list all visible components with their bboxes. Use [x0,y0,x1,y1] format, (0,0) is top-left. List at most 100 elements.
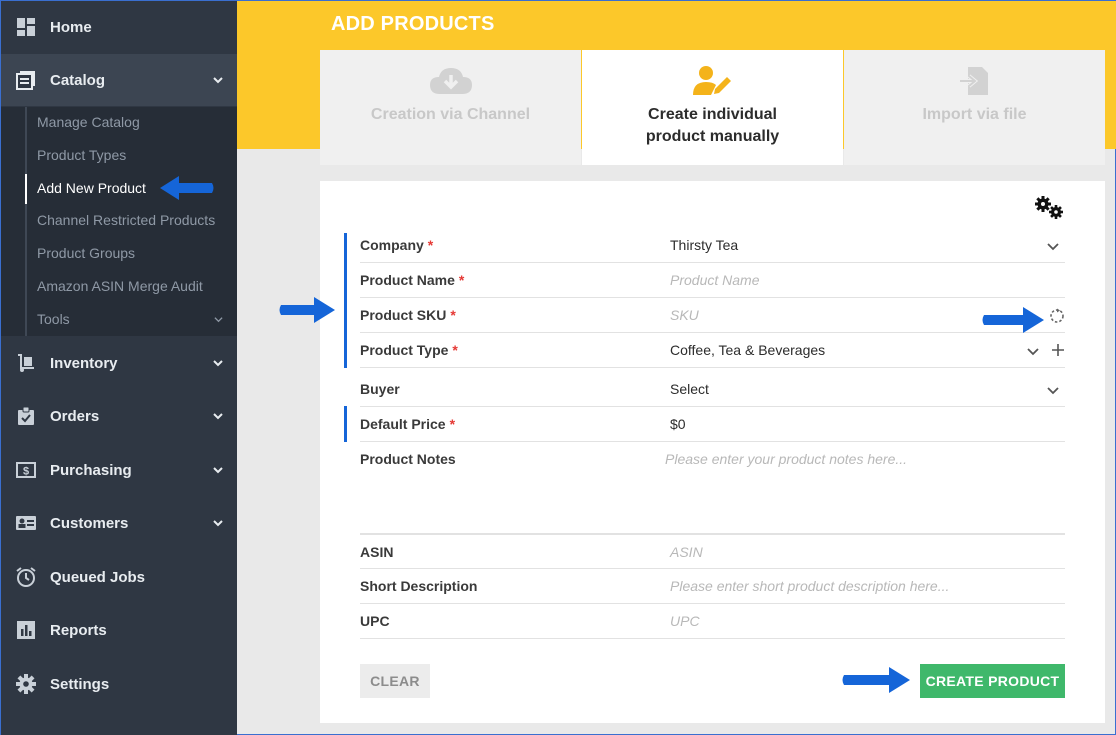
file-import-icon [952,64,998,98]
required-mark: * [450,307,456,323]
arrow-right-icon [279,297,335,323]
add-icon[interactable] [1051,343,1065,357]
sidebar-item-reports[interactable]: Reports [1,604,237,656]
company-value: Thirsty Tea [670,237,739,253]
arrow-left-icon [160,176,214,200]
tab-label: Creation via Channel [370,106,531,123]
svg-text:$: $ [23,466,29,478]
tab-import-via-file[interactable]: Import via file [844,50,1105,165]
upc-placeholder: UPC [670,613,700,629]
asin-label: ASIN [360,544,394,560]
sidebar-item-label: Purchasing [50,461,132,479]
sidebar-item-label: Queued Jobs [50,568,146,586]
required-mark: * [449,416,456,432]
product-notes-label: Product Notes [360,451,456,467]
sidebar-item-orders[interactable]: Orders [1,390,237,442]
gear-icon [15,673,37,695]
upc-field[interactable]: UPC UPC [360,604,1065,639]
submenu-item-tools[interactable]: Tools [37,308,70,330]
submenu-item-channel-restricted-products[interactable]: Channel Restricted Products [37,209,215,231]
current-item-indicator [25,174,27,204]
product-type-label: Product Type [360,342,449,358]
arrow-right-icon [982,307,1044,333]
product-notes-field[interactable]: Product Notes Please enter your product … [360,442,1065,534]
sidebar-item-label: Catalog [50,71,106,89]
short-description-field[interactable]: Short Description Please enter short pro… [360,569,1065,604]
sidebar-item-label: Orders [50,407,100,425]
chevron-down-icon[interactable] [1027,345,1039,357]
reports-icon [15,619,37,641]
buyer-field[interactable]: Buyer Select [360,372,1065,407]
default-price-label: Default Price [360,416,446,432]
creation-method-tabs: Creation via Channel Create individual p… [320,50,1105,165]
asin-field[interactable]: ASIN ASIN [360,534,1065,569]
default-price-field[interactable]: Default Price * $0 [360,407,1065,442]
required-mark: * [427,237,434,253]
product-type-value: Coffee, Tea & Beverages [670,342,826,358]
sidebar-item-label: Settings [50,675,110,693]
generate-sku-icon[interactable] [1049,308,1065,324]
inventory-icon [15,352,37,374]
sidebar-item-queued-jobs[interactable]: Queued Jobs [1,551,237,603]
product-sku-field[interactable]: Product SKU * SKU [360,298,1065,333]
submenu-item-product-groups[interactable]: Product Groups [37,242,135,264]
sidebar-item-inventory[interactable]: Inventory [1,337,237,389]
clock-icon [15,566,37,588]
company-label: Company [360,237,424,253]
product-name-field[interactable]: Product Name * Product Name [360,263,1065,298]
chevron-down-icon [213,77,223,84]
short-description-placeholder: Please enter short product description h… [670,578,950,594]
sidebar-item-label: Home [50,18,92,36]
chevron-down-icon [214,317,223,323]
product-name-label: Product Name [360,272,455,288]
clear-button[interactable]: CLEAR [360,664,430,698]
company-field[interactable]: Company * Thirsty Tea [360,228,1065,263]
cloud-download-icon [428,64,474,98]
tab-create-individual-product[interactable]: Create individual product manually [582,50,843,165]
create-product-button[interactable]: CREATE PRODUCT [920,664,1065,698]
submenu-item-product-types[interactable]: Product Types [37,144,126,166]
customers-icon [15,512,37,534]
field-label: Company * [360,228,433,263]
user-edit-icon [690,64,736,98]
chevron-down-icon [213,360,223,367]
chevron-down-icon[interactable] [1047,240,1059,252]
field-label: Product SKU * [360,298,456,333]
submenu-item-amazon-asin-merge-audit[interactable]: Amazon ASIN Merge Audit [37,275,203,297]
sidebar-item-purchasing[interactable]: $ Purchasing [1,444,237,496]
product-name-placeholder: Product Name [670,272,760,288]
submenu-divider [25,107,27,336]
purchasing-icon: $ [15,459,37,481]
page-title: ADD PRODUCTS [331,13,495,35]
dashboard-icon [15,16,37,38]
chevron-down-icon [213,413,223,420]
sidebar-item-settings[interactable]: Settings [1,658,237,710]
chevron-down-icon[interactable] [1047,384,1059,396]
buyer-value: Select [670,381,709,397]
required-mark: * [458,272,465,288]
buyer-label: Buyer [360,381,400,397]
product-notes-placeholder: Please enter your product notes here... [665,451,908,467]
field-label: Default Price * [360,407,455,442]
submenu-item-add-new-product[interactable]: Add New Product [37,177,146,199]
sidebar-item-catalog[interactable]: Catalog [1,54,237,106]
sidebar-item-label: Reports [50,621,107,639]
tab-creation-via-channel[interactable]: Creation via Channel [320,50,581,165]
sidebar-item-home[interactable]: Home [1,1,237,53]
settings-gears-icon[interactable] [1033,195,1067,221]
catalog-icon [15,69,37,91]
default-price-value: $0 [670,416,686,432]
tab-label: Create individual product manually [645,106,780,145]
short-description-label: Short Description [360,578,478,594]
product-sku-label: Product SKU [360,307,447,323]
required-fields-indicator [344,406,347,442]
required-mark: * [452,342,458,358]
submenu-item-manage-catalog[interactable]: Manage Catalog [37,111,140,133]
product-type-field[interactable]: Product Type * Coffee, Tea & Beverages [360,333,1065,368]
tab-label: Import via file [922,106,1027,123]
arrow-right-icon [842,667,910,693]
required-fields-indicator [344,233,347,368]
sidebar-item-label: Inventory [50,354,118,372]
sidebar-item-customers[interactable]: Customers [1,497,237,549]
sidebar-item-label: Customers [50,514,129,532]
